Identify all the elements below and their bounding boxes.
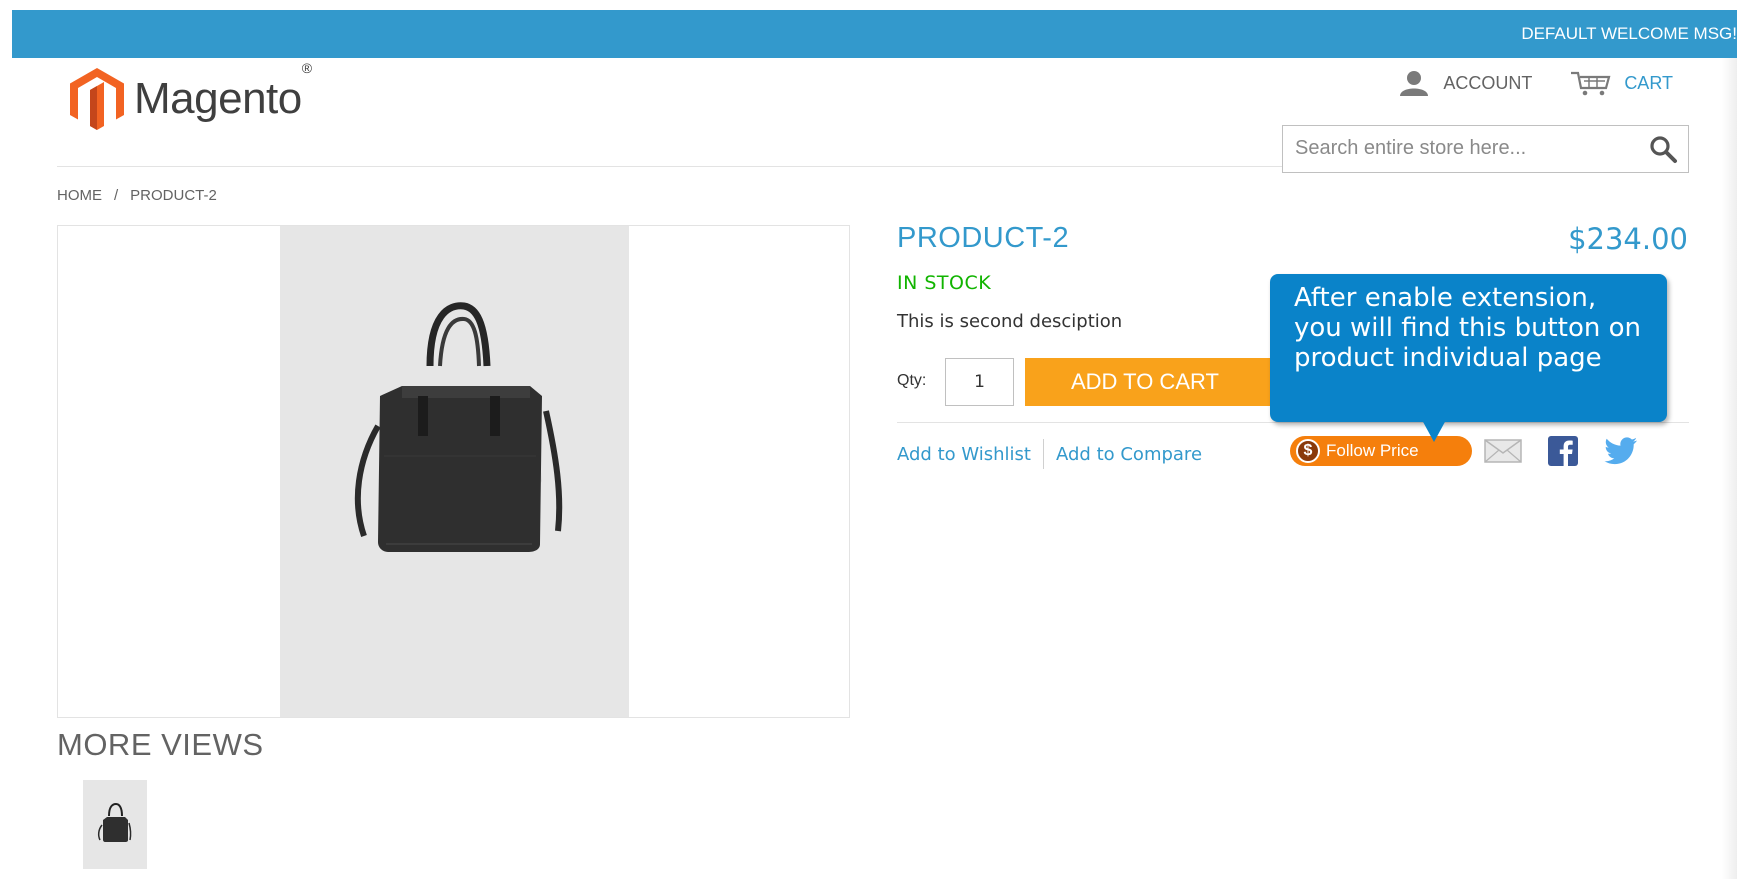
qty-label: Qty: [897, 372, 927, 389]
account-label: ACCOUNT [1443, 72, 1533, 93]
product-price: $234.00 [1568, 222, 1688, 256]
product-description: This is second desciption [897, 311, 1123, 332]
bag-thumbnail-image [97, 802, 132, 842]
product-info-divider [897, 422, 1689, 423]
callout-pointer [1422, 420, 1446, 442]
magento-logo-icon [70, 68, 124, 130]
social-share [1484, 436, 1638, 466]
header-links: ACCOUNT CART [1397, 70, 1673, 96]
facebook-icon[interactable] [1548, 436, 1578, 466]
header-divider [57, 166, 1282, 167]
breadcrumb-current: PRODUCT-2 [130, 187, 217, 204]
link-separator [1043, 439, 1044, 469]
breadcrumb-home[interactable]: HOME [57, 187, 102, 204]
page-edge-shadow [1722, 58, 1737, 879]
feature-callout: After enable extension, you will find th… [1270, 274, 1667, 422]
dollar-icon: $ [1296, 439, 1320, 463]
breadcrumb: HOME / PRODUCT-2 [57, 187, 217, 204]
qty-input[interactable] [945, 358, 1014, 406]
welcome-message: DEFAULT WELCOME MSG! [1521, 24, 1737, 43]
add-to-compare-link[interactable]: Add to Compare [1056, 444, 1202, 465]
more-views-title: MORE VIEWS [57, 727, 264, 762]
add-to-wishlist-link[interactable]: Add to Wishlist [897, 444, 1031, 465]
product-thumbnail[interactable] [83, 780, 147, 869]
cart-link[interactable]: CART [1570, 70, 1673, 96]
email-icon[interactable] [1484, 439, 1522, 463]
add-to-links: Add to Wishlist Add to Compare [897, 439, 1202, 469]
search-icon[interactable] [1648, 134, 1678, 164]
main-product-image[interactable] [57, 225, 850, 718]
stock-status: IN STOCK [897, 272, 992, 294]
person-icon [1400, 71, 1429, 96]
breadcrumb-separator: / [114, 187, 119, 204]
store-logo[interactable]: Magento® [70, 60, 312, 130]
search-box [1282, 125, 1689, 173]
logo-text: Magento [134, 74, 302, 123]
follow-price-label: Follow Price [1326, 441, 1419, 460]
search-input[interactable] [1283, 126, 1623, 170]
cart-label: CART [1624, 72, 1673, 93]
add-to-cart-button[interactable]: ADD TO CART [1025, 358, 1281, 406]
account-link[interactable]: ACCOUNT [1397, 70, 1532, 96]
twitter-icon[interactable] [1604, 437, 1638, 465]
bag-image [354, 302, 563, 552]
top-welcome-bar: DEFAULT WELCOME MSG! [12, 10, 1737, 58]
cart-icon [1571, 71, 1611, 96]
logo-registered-mark: ® [301, 60, 312, 76]
product-name: PRODUCT-2 [897, 222, 1070, 254]
